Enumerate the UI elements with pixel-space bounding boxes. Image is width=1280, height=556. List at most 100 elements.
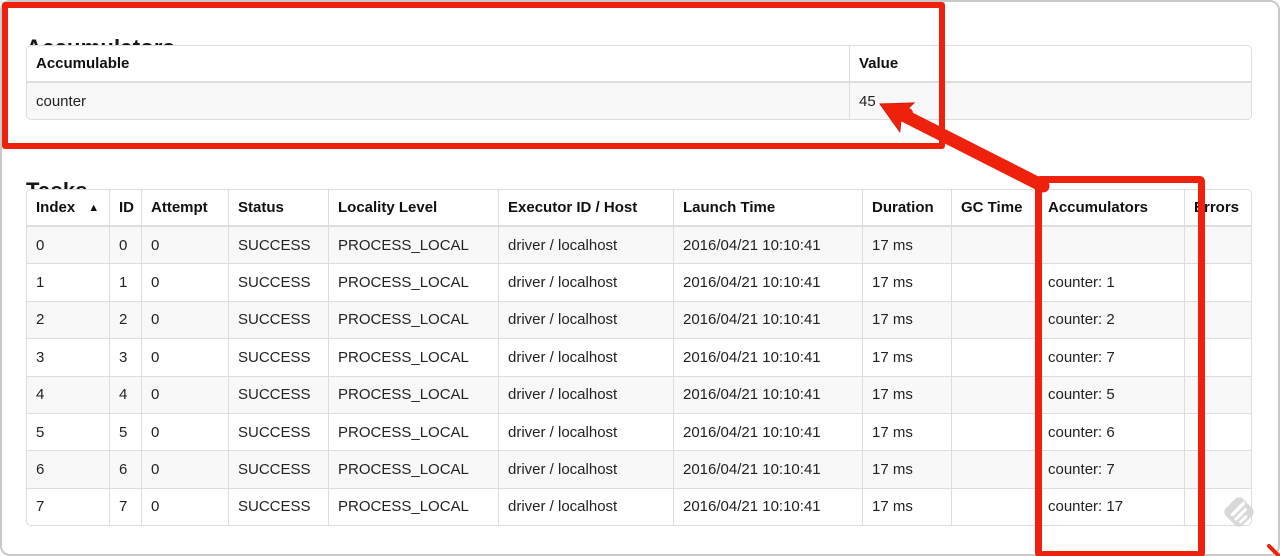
status-column-header[interactable]: Status bbox=[229, 189, 329, 227]
task-cell: 2016/04/21 10:10:41 bbox=[674, 339, 863, 377]
task-cell: counter: 1 bbox=[1039, 264, 1185, 302]
task-cell bbox=[1185, 301, 1252, 340]
task-cell: 2016/04/21 10:10:41 bbox=[674, 451, 863, 489]
task-cell: 17 ms bbox=[863, 339, 952, 377]
id-column-header[interactable]: ID bbox=[110, 189, 142, 227]
task-cell: 0 bbox=[26, 227, 110, 265]
task-cell: counter: 7 bbox=[1039, 451, 1185, 489]
corner-arrow-fragment bbox=[1267, 544, 1280, 556]
task-cell: counter: 2 bbox=[1039, 301, 1185, 340]
task-cell: SUCCESS bbox=[229, 376, 329, 414]
value-column-header: Value bbox=[850, 45, 1252, 83]
task-cell: 2 bbox=[26, 301, 110, 340]
task-cell: 1 bbox=[110, 264, 142, 302]
task-cell: 0 bbox=[142, 488, 229, 527]
tasks-table: Index ▲ ID Attempt Status Locality Level … bbox=[26, 189, 1252, 527]
task-cell: driver / localhost bbox=[499, 227, 674, 265]
task-cell: PROCESS_LOCAL bbox=[329, 413, 499, 452]
task-cell: PROCESS_LOCAL bbox=[329, 264, 499, 302]
task-cell: driver / localhost bbox=[499, 488, 674, 527]
task-cell: 7 bbox=[26, 488, 110, 527]
task-cell: 6 bbox=[110, 451, 142, 489]
task-cell: 3 bbox=[110, 339, 142, 377]
accumulable-column-header: Accumulable bbox=[26, 45, 850, 83]
duration-column-header[interactable]: Duration bbox=[863, 189, 952, 227]
task-cell: 17 ms bbox=[863, 301, 952, 340]
task-cell: 17 ms bbox=[863, 488, 952, 527]
task-cell bbox=[952, 413, 1039, 452]
attempt-column-header[interactable]: Attempt bbox=[142, 189, 229, 227]
task-cell bbox=[1185, 339, 1252, 377]
spark-stage-page: Accumulators Accumulable Value counter 4… bbox=[0, 0, 1280, 556]
task-cell: PROCESS_LOCAL bbox=[329, 339, 499, 377]
task-cell: 0 bbox=[110, 227, 142, 265]
task-cell bbox=[952, 301, 1039, 340]
task-cell: 17 ms bbox=[863, 227, 952, 265]
task-cell: SUCCESS bbox=[229, 227, 329, 265]
task-cell bbox=[952, 339, 1039, 377]
task-cell: driver / localhost bbox=[499, 451, 674, 489]
task-cell bbox=[1185, 376, 1252, 414]
task-row: 6 6 0 SUCCESS PROCESS_LOCAL driver / localhos… bbox=[26, 451, 1252, 489]
task-cell bbox=[952, 451, 1039, 489]
task-cell: 17 ms bbox=[863, 451, 952, 489]
task-cell: 7 bbox=[110, 488, 142, 527]
task-cell bbox=[1185, 488, 1252, 527]
task-cell: 0 bbox=[142, 227, 229, 265]
task-cell bbox=[1185, 451, 1252, 489]
task-cell: SUCCESS bbox=[229, 488, 329, 527]
task-cell: PROCESS_LOCAL bbox=[329, 488, 499, 527]
task-cell: 2016/04/21 10:10:41 bbox=[674, 227, 863, 265]
accumulators-header-row: Accumulable Value bbox=[26, 45, 1252, 83]
task-cell bbox=[1185, 264, 1252, 302]
task-cell: 5 bbox=[110, 413, 142, 452]
task-cell: SUCCESS bbox=[229, 413, 329, 452]
task-cell: PROCESS_LOCAL bbox=[329, 301, 499, 340]
task-row: 3 3 0 SUCCESS PROCESS_LOCAL driver / localhos… bbox=[26, 339, 1252, 377]
task-cell: SUCCESS bbox=[229, 451, 329, 489]
task-cell: driver / localhost bbox=[499, 413, 674, 452]
task-cell: PROCESS_LOCAL bbox=[329, 451, 499, 489]
accumulable-value-cell: 45 bbox=[850, 83, 1252, 120]
launch-time-column-header[interactable]: Launch Time bbox=[674, 189, 863, 227]
task-cell: 6 bbox=[26, 451, 110, 489]
accumulators-column-header[interactable]: Accumulators bbox=[1039, 189, 1185, 227]
task-cell: 0 bbox=[142, 301, 229, 340]
tasks-header-row: Index ▲ ID Attempt Status Locality Level … bbox=[26, 189, 1252, 227]
executor-id-host-column-header[interactable]: Executor ID / Host bbox=[499, 189, 674, 227]
task-cell: SUCCESS bbox=[229, 301, 329, 340]
sort-ascending-icon: ▲ bbox=[88, 202, 100, 214]
task-cell bbox=[952, 227, 1039, 265]
task-cell: 0 bbox=[142, 413, 229, 452]
task-cell: 4 bbox=[110, 376, 142, 414]
task-cell: 2 bbox=[110, 301, 142, 340]
tasks-table-body: 0 0 0 SUCCESS PROCESS_LOCAL driver / localhos… bbox=[26, 227, 1252, 527]
task-cell: SUCCESS bbox=[229, 339, 329, 377]
task-row: 7 7 0 SUCCESS PROCESS_LOCAL driver / localhos… bbox=[26, 488, 1252, 527]
task-cell: 3 bbox=[26, 339, 110, 377]
task-cell: 2016/04/21 10:10:41 bbox=[674, 264, 863, 302]
gc-time-column-header[interactable]: GC Time bbox=[952, 189, 1039, 227]
task-cell: counter: 7 bbox=[1039, 339, 1185, 377]
task-cell: SUCCESS bbox=[229, 264, 329, 302]
task-row: 1 1 0 SUCCESS PROCESS_LOCAL driver / localhos… bbox=[26, 264, 1252, 302]
accumulator-row: counter 45 bbox=[26, 83, 1252, 120]
locality-level-column-header[interactable]: Locality Level bbox=[329, 189, 499, 227]
task-cell: 17 ms bbox=[863, 264, 952, 302]
task-cell: 4 bbox=[26, 376, 110, 414]
task-cell: driver / localhost bbox=[499, 264, 674, 302]
errors-column-header[interactable]: Errors bbox=[1185, 189, 1252, 227]
task-cell: 2016/04/21 10:10:41 bbox=[674, 413, 863, 452]
task-cell: driver / localhost bbox=[499, 339, 674, 377]
task-cell bbox=[952, 376, 1039, 414]
task-cell: 5 bbox=[26, 413, 110, 452]
task-row: 2 2 0 SUCCESS PROCESS_LOCAL driver / localhos… bbox=[26, 301, 1252, 340]
task-cell: PROCESS_LOCAL bbox=[329, 227, 499, 265]
task-row: 5 5 0 SUCCESS PROCESS_LOCAL driver / localhos… bbox=[26, 413, 1252, 452]
index-column-header[interactable]: Index ▲ bbox=[26, 189, 110, 227]
task-cell: 1 bbox=[26, 264, 110, 302]
task-cell: 17 ms bbox=[863, 413, 952, 452]
task-cell: 0 bbox=[142, 451, 229, 489]
accumulable-name-cell: counter bbox=[26, 83, 850, 120]
task-cell: counter: 6 bbox=[1039, 413, 1185, 452]
